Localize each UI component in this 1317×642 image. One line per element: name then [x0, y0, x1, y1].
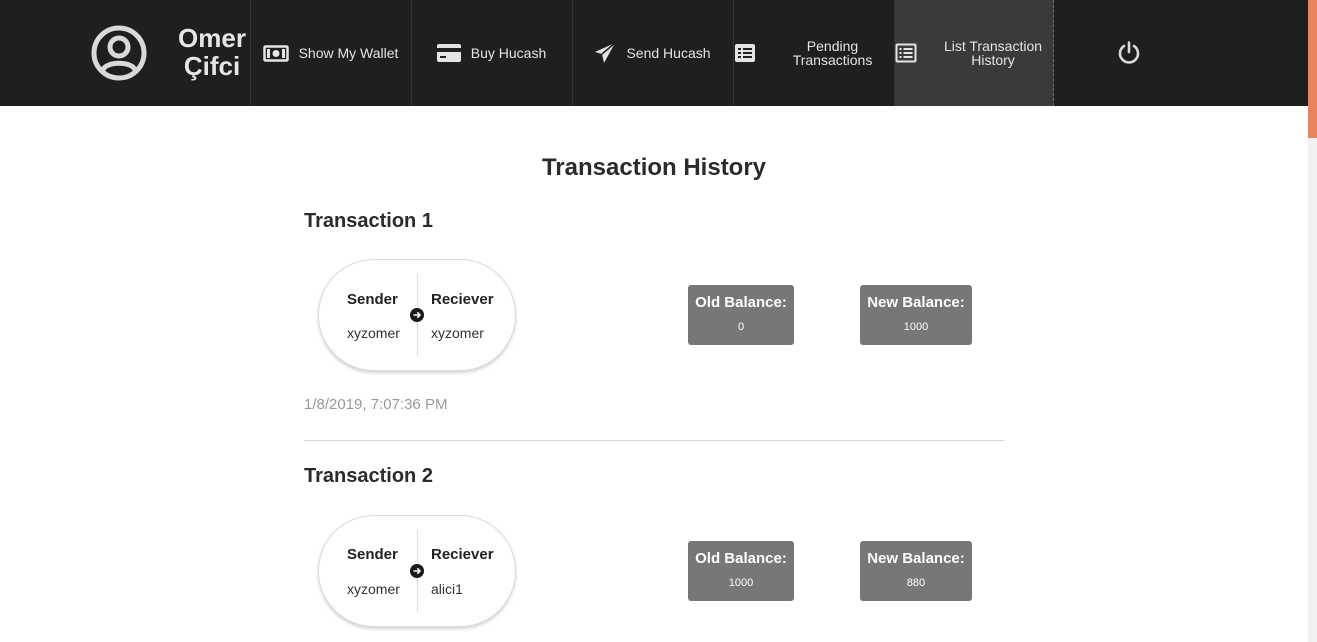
sender-value: xyzomer	[347, 581, 400, 597]
nav-send-hucash[interactable]: Send Hucash	[572, 0, 732, 106]
old-balance-value: 0	[737, 321, 745, 333]
paper-plane-icon	[594, 42, 616, 64]
user-circle-icon	[91, 25, 147, 81]
receiver-value: xyzomer	[431, 325, 484, 341]
nav-label: Pending Transactions	[792, 38, 873, 68]
transaction-timestamp: 1/8/2019, 7:07:36 PM	[304, 396, 448, 413]
user-last-name: Çifci	[183, 51, 241, 81]
list-icon	[734, 43, 756, 63]
nav-list-transaction-history[interactable]: List Transaction History	[894, 0, 1054, 106]
page-title: Transaction History	[541, 154, 767, 181]
user-first-name: Omer	[178, 23, 246, 53]
nav-label: List Transaction History	[943, 38, 1043, 68]
scrollbar-thumb[interactable]	[1308, 0, 1317, 138]
new-balance-value: 880	[906, 577, 926, 589]
arrow-right-circle-icon	[410, 564, 424, 578]
nav-show-my-wallet[interactable]: Show My Wallet	[250, 0, 410, 106]
receiver-label: Reciever	[431, 546, 494, 563]
sender-label: Sender	[347, 546, 398, 563]
new-balance-value: 1000	[903, 321, 929, 333]
old-balance-value: 1000	[728, 577, 754, 589]
power-icon[interactable]	[1116, 40, 1142, 66]
receiver-label: Reciever	[431, 291, 494, 308]
credit-card-icon	[436, 44, 461, 62]
arrow-right-circle-icon	[410, 308, 424, 322]
new-balance-box: New Balance: 1000	[860, 285, 972, 345]
sender-label: Sender	[347, 291, 398, 308]
divider	[304, 440, 1004, 441]
new-balance-label: New Balance:	[867, 294, 965, 311]
nav-label: Send Hucash	[626, 45, 711, 61]
old-balance-label: Old Balance:	[695, 294, 787, 311]
old-balance-box: Old Balance: 0	[688, 285, 794, 345]
user-profile: Omer Çifci	[90, 24, 250, 84]
transaction-heading: Transaction 1	[304, 210, 433, 232]
receiver-value: alici1	[431, 581, 463, 597]
nav-label: Show My Wallet	[298, 45, 399, 61]
new-balance-label: New Balance:	[867, 550, 965, 567]
nav-pending-transactions[interactable]: Pending Transactions	[733, 0, 893, 106]
user-name: Omer Çifci	[172, 24, 252, 80]
transaction-parties-card: Sender xyzomer Reciever alici1	[318, 515, 516, 627]
list-alt-icon	[895, 43, 917, 63]
page-scrollbar[interactable]	[1308, 0, 1317, 642]
top-navbar: Omer Çifci Show My Wallet Buy Hucash Sen…	[0, 0, 1308, 106]
nav-label: Buy Hucash	[470, 45, 547, 61]
old-balance-label: Old Balance:	[695, 550, 787, 567]
sender-value: xyzomer	[347, 325, 400, 341]
old-balance-box: Old Balance: 1000	[688, 541, 794, 601]
money-bill-icon	[262, 44, 289, 62]
transaction-parties-card: Sender xyzomer Reciever xyzomer	[318, 259, 516, 371]
transaction-heading: Transaction 2	[304, 465, 433, 487]
new-balance-box: New Balance: 880	[860, 541, 972, 601]
nav-buy-hucash[interactable]: Buy Hucash	[411, 0, 571, 106]
